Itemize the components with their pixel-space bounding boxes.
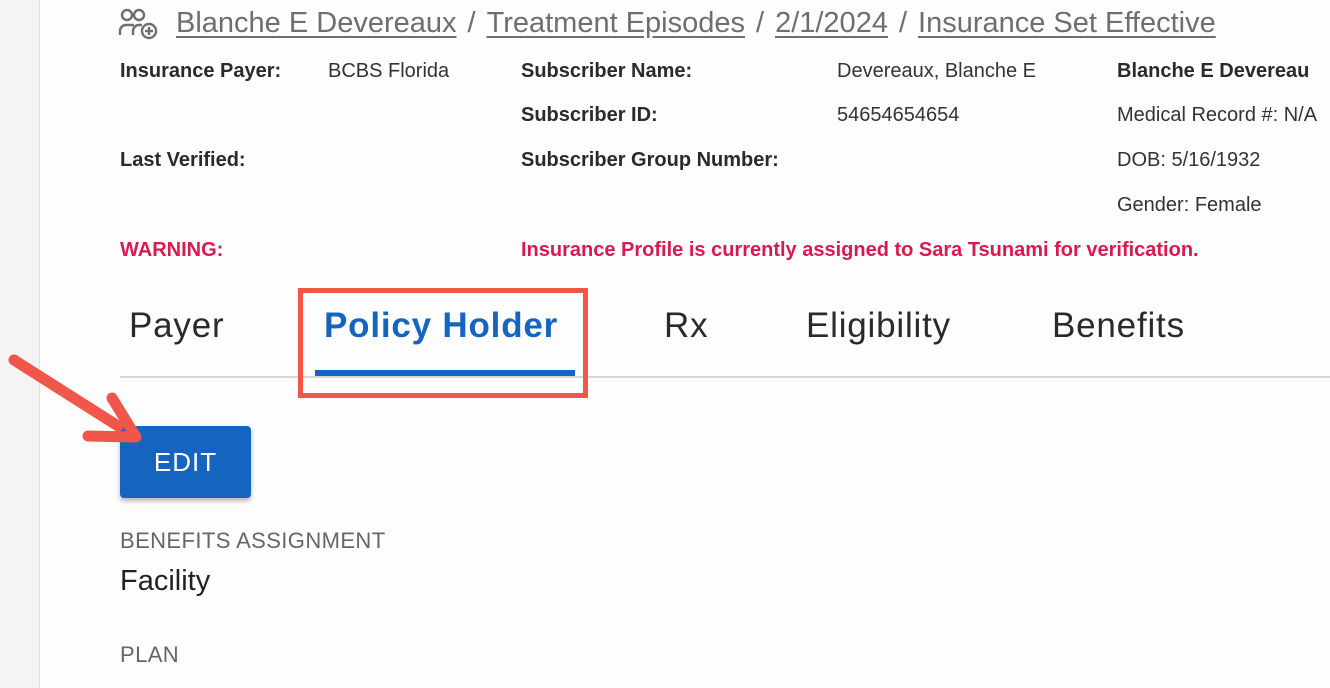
- breadcrumb-insurance-set-link[interactable]: Insurance Set Effective: [918, 7, 1216, 40]
- warning-label: WARNING:: [120, 239, 224, 261]
- tab-rx[interactable]: Rx: [664, 306, 708, 346]
- insurance-payer-value: BCBS Florida: [328, 60, 450, 82]
- breadcrumb: Blanche E Devereaux / Treatment Episodes…: [118, 6, 1216, 40]
- benefits-assignment-value: Facility: [120, 565, 211, 597]
- breadcrumb-separator: /: [467, 6, 476, 39]
- warning-message: Insurance Profile is currently assigned …: [521, 239, 1199, 261]
- patient-name: Blanche E Devereau: [1117, 60, 1310, 82]
- tab-policy-holder[interactable]: Policy Holder: [324, 306, 558, 346]
- edit-button[interactable]: EDIT: [120, 426, 251, 498]
- patient-add-icon[interactable]: [118, 6, 158, 40]
- breadcrumb-episode-date-link[interactable]: 2/1/2024: [775, 7, 888, 40]
- subscriber-id-label: Subscriber ID:: [521, 104, 658, 126]
- insurance-policy-page: Blanche E Devereaux / Treatment Episodes…: [40, 0, 1330, 688]
- breadcrumb-separator: /: [898, 6, 908, 39]
- tab-payer[interactable]: Payer: [129, 306, 224, 346]
- left-rail: [0, 0, 40, 688]
- tab-benefits[interactable]: Benefits: [1052, 306, 1185, 346]
- subscriber-name-value: Devereaux, Blanche E: [837, 60, 1037, 82]
- breadcrumb-treatment-episodes-link[interactable]: Treatment Episodes: [487, 7, 745, 40]
- insurance-tabs: Payer Policy Holder Rx Eligibility Benef…: [120, 286, 1330, 378]
- patient-gender: Gender: Female: [1117, 194, 1262, 216]
- subscriber-id-value: 54654654654: [837, 104, 960, 126]
- breadcrumb-patient-link[interactable]: Blanche E Devereaux: [176, 7, 457, 40]
- benefits-assignment-label: BENEFITS ASSIGNMENT: [120, 528, 386, 553]
- breadcrumb-separator: /: [756, 6, 765, 39]
- tab-eligibility[interactable]: Eligibility: [806, 306, 951, 346]
- patient-dob: DOB: 5/16/1932: [1117, 149, 1261, 171]
- last-verified-label: Last Verified:: [120, 149, 246, 171]
- active-tab-indicator: [315, 370, 575, 376]
- subscriber-group-label: Subscriber Group Number:: [521, 149, 779, 171]
- subscriber-name-label: Subscriber Name:: [521, 60, 693, 82]
- insurance-payer-label: Insurance Payer:: [120, 60, 282, 82]
- medical-record-number: Medical Record #: N/A: [1117, 104, 1318, 126]
- plan-label: PLAN: [120, 642, 180, 667]
